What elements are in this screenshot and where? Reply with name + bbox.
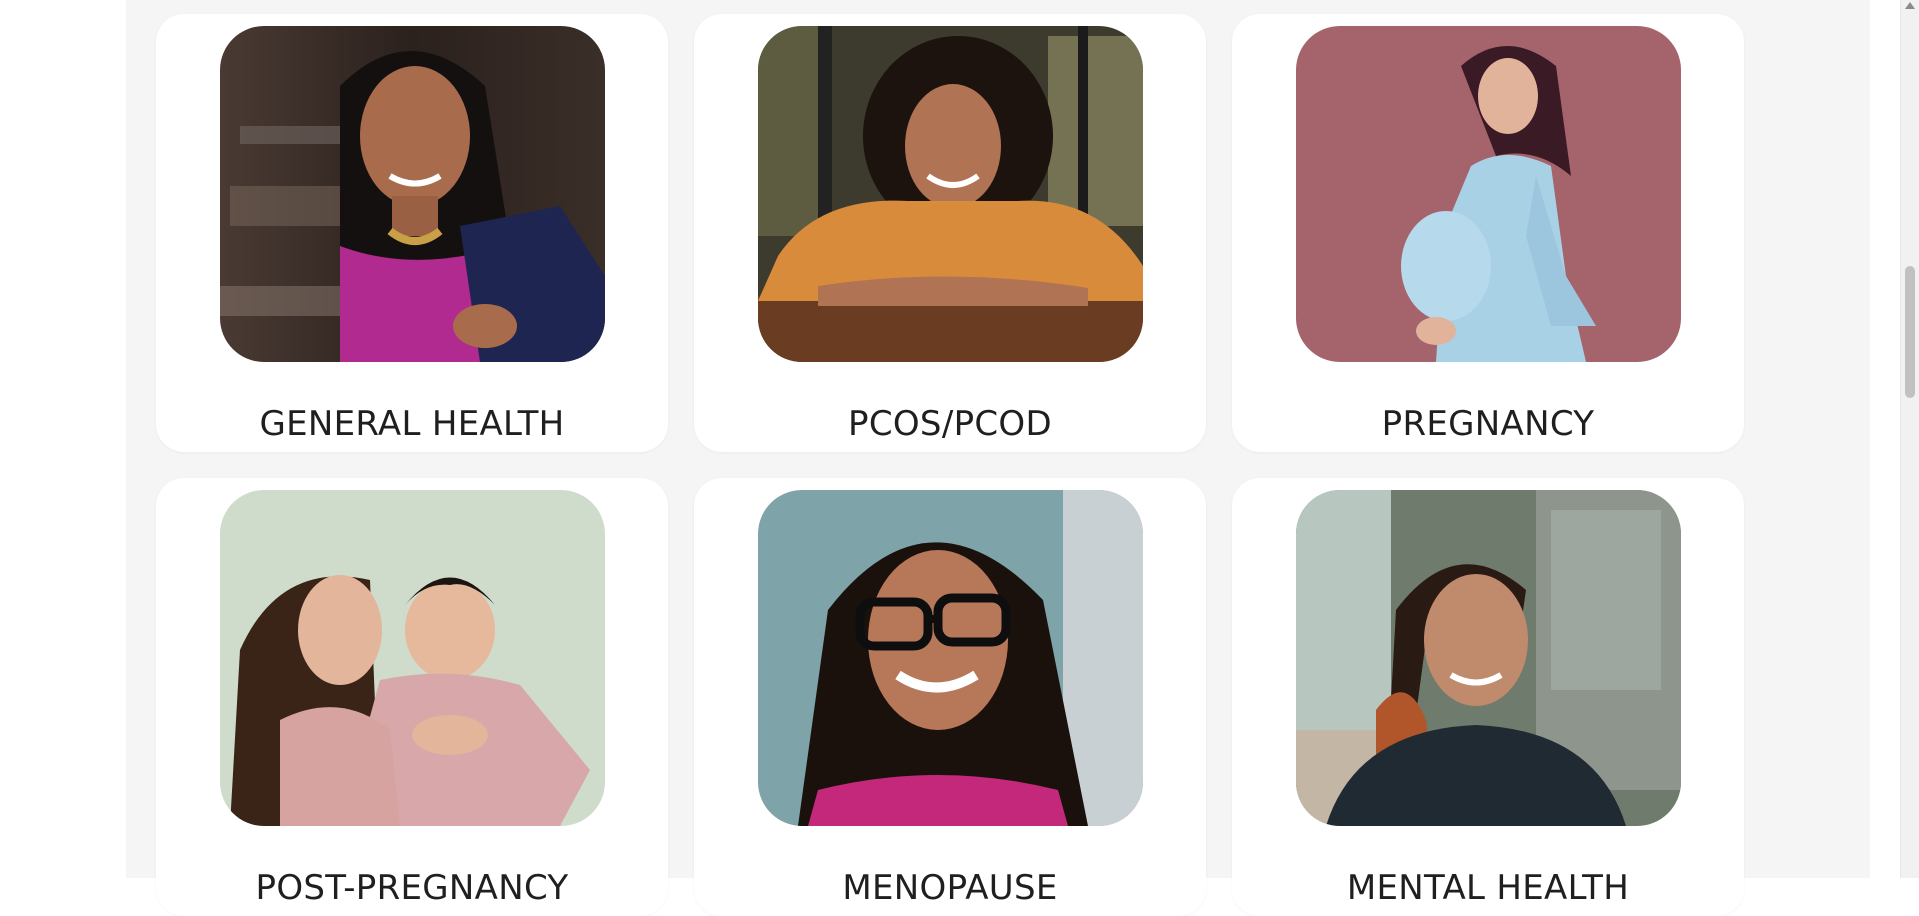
woman-curly-hair-cafe-photo	[758, 26, 1143, 362]
category-label: POST-PREGNANCY	[255, 868, 569, 908]
scroll-up-arrow-icon[interactable]	[1905, 2, 1915, 9]
scrollbar-thumb[interactable]	[1905, 266, 1915, 398]
category-card-mental-health[interactable]: MENTAL HEALTH	[1232, 478, 1744, 916]
category-card-pcos-pcod[interactable]: PCOS/PCOD	[694, 14, 1206, 452]
pregnant-woman-photo	[1296, 26, 1681, 362]
category-label: GENERAL HEALTH	[259, 404, 565, 444]
category-card-menopause[interactable]: MENOPAUSE	[694, 478, 1206, 916]
woman-in-saree-photo	[220, 26, 605, 362]
category-label: MENTAL HEALTH	[1346, 868, 1630, 908]
category-label: MENOPAUSE	[842, 868, 1058, 908]
smiling-woman-home-photo	[1296, 490, 1681, 826]
category-card-post-pregnancy[interactable]: POST-PREGNANCY	[156, 478, 668, 916]
category-card-pregnancy[interactable]: PREGNANCY	[1232, 14, 1744, 452]
category-label: PREGNANCY	[1381, 404, 1595, 444]
category-card-general-health[interactable]: GENERAL HEALTH	[156, 14, 668, 452]
mother-with-baby-photo	[220, 490, 605, 826]
vertical-scrollbar[interactable]	[1900, 0, 1919, 878]
category-label: PCOS/PCOD	[848, 404, 1052, 444]
woman-with-glasses-photo	[758, 490, 1143, 826]
